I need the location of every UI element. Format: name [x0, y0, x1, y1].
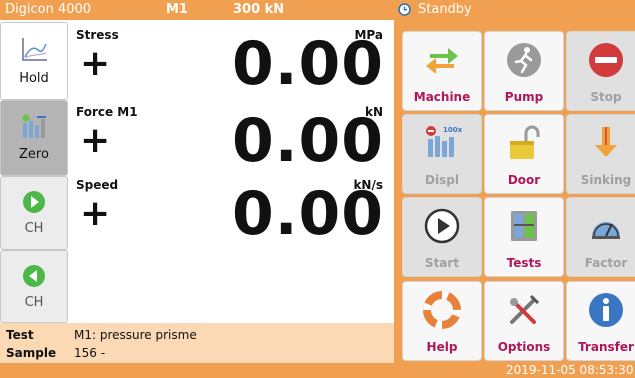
- pump-button[interactable]: Pump: [484, 31, 564, 111]
- datetime: 2019-11-05 08:53:30: [506, 363, 634, 377]
- readout-sign: +: [80, 43, 111, 84]
- readout-value: 0.00: [231, 29, 384, 99]
- play-icon: [422, 206, 462, 250]
- arrow-right-icon: [22, 190, 46, 218]
- app-title: Digicon 4000: [5, 2, 92, 17]
- transfer-label: Transfer: [578, 340, 634, 354]
- zero-bars-icon: [20, 114, 48, 144]
- help-label: Help: [426, 340, 458, 354]
- top-status-bar: Digicon 4000 M1 300 kN Standby: [0, 0, 635, 20]
- machine-button[interactable]: Machine: [402, 31, 482, 111]
- lifebuoy-icon: [422, 290, 462, 334]
- test-value: M1: pressure prisme: [74, 328, 197, 342]
- sample-value: 156 -: [74, 346, 106, 360]
- cabinet-icon: [504, 206, 544, 250]
- door-label: Door: [507, 173, 541, 187]
- machine-state: Standby: [418, 2, 472, 17]
- door-button[interactable]: Door: [484, 114, 564, 194]
- pump-label: Pump: [504, 90, 544, 104]
- displ-button[interactable]: 100x Displ: [402, 114, 482, 194]
- start-label: Start: [424, 256, 460, 270]
- tests-label: Tests: [506, 256, 542, 270]
- hold-label: Hold: [19, 71, 49, 86]
- dial-icon: [586, 206, 626, 250]
- readout-name: Speed: [76, 178, 119, 192]
- stop-label: Stop: [590, 90, 622, 104]
- machine-label: Machine: [413, 90, 471, 104]
- channel-prev-label: CH: [24, 294, 44, 310]
- bottom-status-bar: 2019-11-05 08:53:30: [0, 363, 635, 378]
- zero-label: Zero: [19, 147, 49, 162]
- readout-name: Stress: [76, 28, 119, 42]
- transfer-button[interactable]: Transfer: [566, 281, 635, 361]
- padlock-open-icon: [504, 123, 544, 167]
- factor-button[interactable]: Factor: [566, 197, 635, 277]
- displ-label: Displ: [425, 173, 459, 187]
- force-capacity: 300 kN: [233, 2, 285, 17]
- options-label: Options: [497, 340, 551, 354]
- arrow-down-icon: [586, 123, 626, 167]
- tools-icon: [504, 290, 544, 334]
- tests-button[interactable]: Tests: [484, 197, 564, 277]
- hold-button[interactable]: Hold: [0, 22, 68, 100]
- arrow-left-icon: [22, 264, 46, 292]
- sinking-label: Sinking: [580, 173, 632, 187]
- readout-name: Force M1: [76, 105, 138, 119]
- runner-icon: [504, 40, 544, 84]
- stress-readout: Stress MPa + 0.00: [68, 22, 388, 98]
- displ-badge: 100x: [443, 126, 462, 134]
- stop-icon: [586, 40, 626, 84]
- start-button[interactable]: Start: [402, 197, 482, 277]
- machine-indicator: M1: [166, 2, 188, 17]
- options-button[interactable]: Options: [484, 281, 564, 361]
- zero-button[interactable]: Zero: [0, 100, 68, 176]
- force-readout: Force M1 kN + 0.00: [68, 99, 388, 175]
- test-info-panel: Test M1: pressure prisme Sample 156 -: [0, 323, 394, 363]
- clock-icon: [398, 3, 411, 16]
- info-icon: [586, 290, 626, 334]
- sample-label: Sample: [6, 346, 57, 360]
- readout-value: 0.00: [231, 106, 384, 176]
- channel-prev-button[interactable]: CH: [0, 250, 68, 323]
- stop-button[interactable]: Stop: [566, 31, 635, 111]
- readout-value: 0.00: [231, 179, 384, 249]
- channel-next-label: CH: [24, 221, 44, 236]
- channel-next-button[interactable]: CH: [0, 176, 68, 250]
- displacement-icon: 100x: [422, 123, 463, 167]
- help-button[interactable]: Help: [402, 281, 482, 361]
- graph-icon: [19, 36, 49, 68]
- speed-readout: Speed kN/s + 0.00: [68, 172, 388, 248]
- test-label: Test: [6, 328, 34, 342]
- factor-label: Factor: [584, 256, 628, 270]
- readout-sign: +: [80, 120, 111, 161]
- sinking-button[interactable]: Sinking: [566, 114, 635, 194]
- swap-arrows-icon: [422, 40, 462, 84]
- readout-sign: +: [80, 193, 111, 234]
